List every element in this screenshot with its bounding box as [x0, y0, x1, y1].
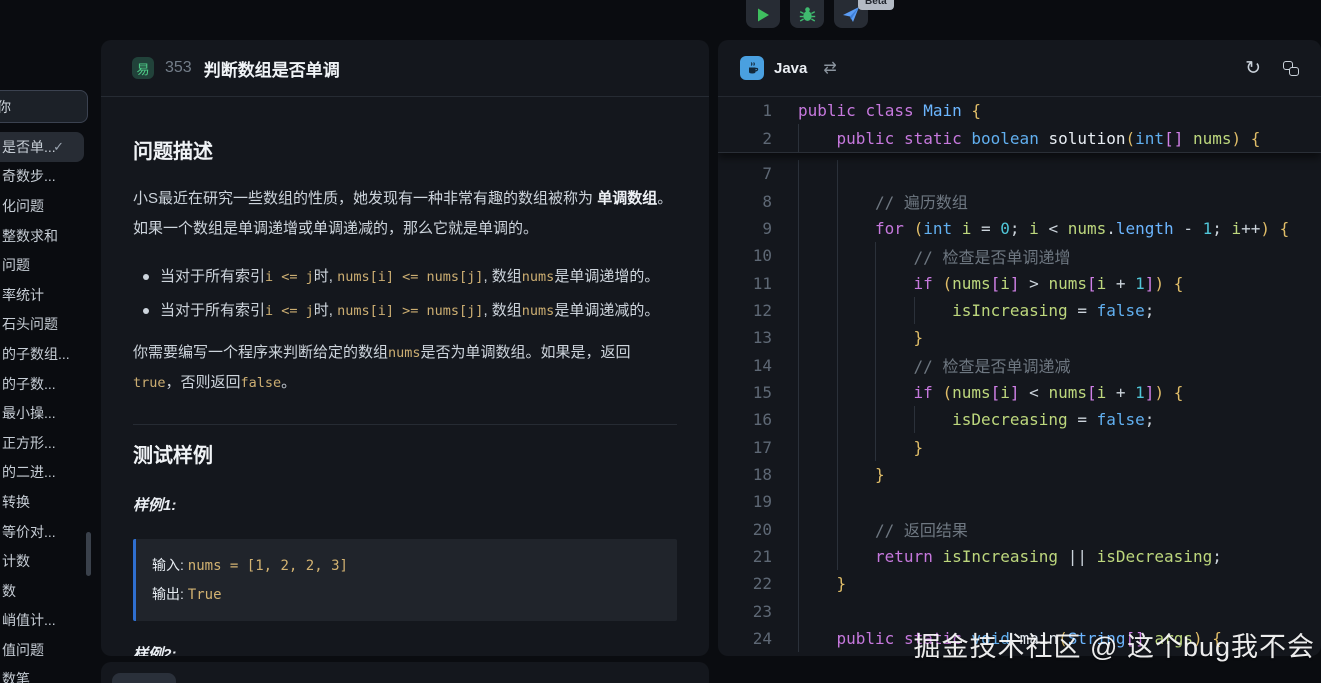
code-line: 10// 检查是否单调递增 — [718, 242, 1321, 269]
difficulty-badge: 易 — [132, 57, 154, 79]
sample1-label: 样例1: — [133, 494, 677, 515]
code-lines: 78// 遍历数组9for (int i = 0; i < nums.lengt… — [718, 97, 1321, 652]
search-input[interactable] — [0, 90, 88, 123]
code-line: 12isIncreasing = false; — [718, 297, 1321, 324]
sample-line: 输入: nums = [1, 2, 2, 3] — [152, 551, 661, 580]
sidebar-item[interactable]: 最小操... — [0, 398, 100, 428]
problem-list-sidebar: + 是否单...✓奇数步...化问题整数求和问题率统计石头问题的子数组...的子… — [0, 40, 100, 683]
problem-panel: 易 353 判断数组是否单调 问题描述 小S最近在研究一些数组的性质，她发现有一… — [101, 40, 709, 656]
reset-code-icon[interactable]: ↻ — [1245, 59, 1261, 78]
sample-line: 输出: True — [152, 580, 661, 609]
sample1-block: 输入: nums = [1, 2, 2, 3]输出: True — [133, 539, 677, 621]
code-line: 8// 遍历数组 — [718, 187, 1321, 214]
sidebar-item[interactable]: 石头问题 — [0, 310, 100, 340]
beta-badge: Beta — [858, 0, 894, 10]
language-label: Java — [774, 60, 807, 77]
play-icon — [755, 7, 771, 23]
sidebar-item[interactable]: 数 — [0, 576, 100, 606]
sidebar-item[interactable]: 整数求和 — [0, 221, 100, 251]
swap-language-icon[interactable]: ⇄ — [823, 58, 836, 78]
code-line: 23 — [718, 598, 1321, 625]
code-line: 1public class Main { — [718, 97, 1321, 124]
sidebar-item[interactable]: 问题 — [0, 250, 100, 280]
code-line: 11if (nums[i] > nums[i + 1]) { — [718, 269, 1321, 296]
code-line: 13} — [718, 324, 1321, 351]
sidebar-item[interactable]: 奇数步... — [0, 162, 100, 192]
sidebar-item[interactable]: 率统计 — [0, 280, 100, 310]
bug-icon — [799, 6, 816, 23]
sidebar-item[interactable]: 等价对... — [0, 517, 100, 547]
problem-title: 判断数组是否单调 — [204, 56, 340, 81]
code-line: 18} — [718, 461, 1321, 488]
code-line: 2public static boolean solution(int[] nu… — [718, 124, 1321, 151]
sidebar-item[interactable]: 化问题 — [0, 191, 100, 221]
sidebar-item[interactable]: 正方形... — [0, 428, 100, 458]
section-divider — [133, 424, 677, 425]
code-editor-panel: Java ⇄ ↻ 1public class Main {2public sta… — [718, 40, 1321, 656]
format-code-icon[interactable] — [1283, 61, 1299, 76]
condition-list: 当对于所有索引i <= j时, nums[i] <= nums[j], 数组nu… — [133, 262, 677, 326]
problem-list: 是否单...✓奇数步...化问题整数求和问题率统计石头问题的子数组...的子数.… — [0, 132, 100, 683]
run-button[interactable] — [746, 0, 780, 28]
sidebar-item[interactable]: 峭值计... — [0, 606, 100, 636]
java-icon — [740, 56, 764, 80]
description-heading: 问题描述 — [133, 135, 677, 164]
code-line: 22} — [718, 570, 1321, 597]
testcase-console-panel — [101, 662, 709, 683]
check-icon: ✓ — [53, 139, 64, 155]
sidebar-item[interactable]: 的子数... — [0, 369, 100, 399]
code-line: 15if (nums[i] < nums[i + 1]) { — [718, 379, 1321, 406]
sidebar-item[interactable]: 是否单...✓ — [0, 132, 84, 162]
sidebar-scrollbar[interactable] — [86, 532, 91, 576]
code-line: 14// 检查是否单调递减 — [718, 351, 1321, 378]
code-line: 9for (int i = 0; i < nums.length - 1; i+… — [718, 215, 1321, 242]
code-line: 17} — [718, 433, 1321, 460]
description-paragraph: 小S最近在研究一些数组的性质，她发现有一种非常有趣的数组被称为 单调数组。如果一… — [133, 184, 677, 244]
condition-item: 当对于所有索引i <= j时, nums[i] <= nums[j], 数组nu… — [133, 262, 677, 292]
code-line: 19 — [718, 488, 1321, 515]
testcase-tab[interactable] — [112, 673, 176, 683]
sidebar-item[interactable]: 计数 — [0, 546, 100, 576]
code-line: 16isDecreasing = false; — [718, 406, 1321, 433]
problem-header: 易 353 判断数组是否单调 — [101, 40, 709, 97]
code-line: 21return isIncreasing || isDecreasing; — [718, 543, 1321, 570]
code-area[interactable]: 1public class Main {2public static boole… — [718, 97, 1321, 652]
sidebar-item[interactable]: 数笔 — [0, 665, 100, 683]
sidebar-item[interactable]: 的子数组... — [0, 339, 100, 369]
problem-id: 353 — [165, 59, 192, 77]
sticky-scroll-lines: 1public class Main {2public static boole… — [718, 97, 1321, 153]
editor-header: Java ⇄ ↻ — [718, 40, 1321, 97]
sidebar-item[interactable]: 值问题 — [0, 635, 100, 665]
condition-item: 当对于所有索引i <= j时, nums[i] >= nums[j], 数组nu… — [133, 296, 677, 326]
paper-plane-icon — [842, 6, 860, 23]
samples-heading: 测试样例 — [133, 439, 677, 468]
sidebar-item[interactable]: 的二进... — [0, 458, 100, 488]
code-line: 20// 返回结果 — [718, 515, 1321, 542]
code-line: 7 — [718, 160, 1321, 187]
watermark: 掘金技术社区 @ 这个bug我不会 — [914, 625, 1315, 664]
sidebar-item[interactable]: 转换 — [0, 487, 100, 517]
debug-button[interactable] — [790, 0, 824, 28]
sample2-label: 样例2: — [133, 643, 677, 656]
task-paragraph: 你需要编写一个程序来判断给定的数组nums是否为单调数组。如果是，返回true，… — [133, 338, 677, 398]
